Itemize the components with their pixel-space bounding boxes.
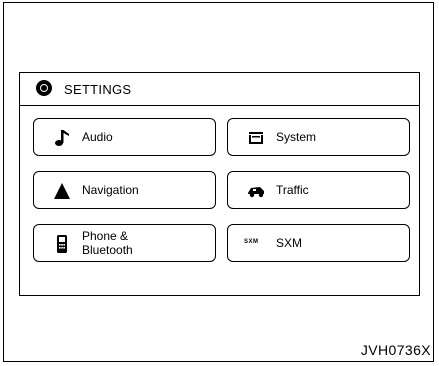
- traffic-label: Traffic: [276, 183, 309, 197]
- screen-header: SETTINGS: [20, 73, 419, 106]
- phone-icon: [57, 235, 67, 253]
- traffic-car-icon: [248, 187, 264, 198]
- music-note-icon: [55, 130, 69, 146]
- page-title: SETTINGS: [64, 82, 132, 97]
- navigation-arrow-icon: [54, 183, 70, 199]
- figure-id: JVH0736X: [360, 342, 431, 358]
- audio-label: Audio: [82, 130, 113, 144]
- system-icon: [249, 132, 263, 144]
- system-label: System: [276, 130, 317, 144]
- phone-label-line2: Bluetooth: [82, 243, 133, 257]
- settings-screen: SETTINGS Audio System Navigation Traffic…: [19, 72, 420, 296]
- phone-bluetooth-button[interactable]: Phone & Bluetooth: [33, 224, 216, 262]
- navigation-button[interactable]: Navigation: [33, 171, 216, 209]
- navigation-label: Navigation: [82, 183, 139, 197]
- sxm-button[interactable]: SXM SXM: [227, 224, 410, 262]
- audio-button[interactable]: Audio: [33, 118, 216, 156]
- sxm-icon: SXM: [244, 239, 259, 245]
- phone-bluetooth-label: Phone & Bluetooth: [82, 229, 133, 257]
- phone-label-line1: Phone &: [82, 229, 129, 243]
- traffic-button[interactable]: Traffic: [227, 171, 410, 209]
- system-button[interactable]: System: [227, 118, 410, 156]
- settings-gear-icon: [36, 80, 52, 96]
- sxm-label: SXM: [276, 236, 303, 250]
